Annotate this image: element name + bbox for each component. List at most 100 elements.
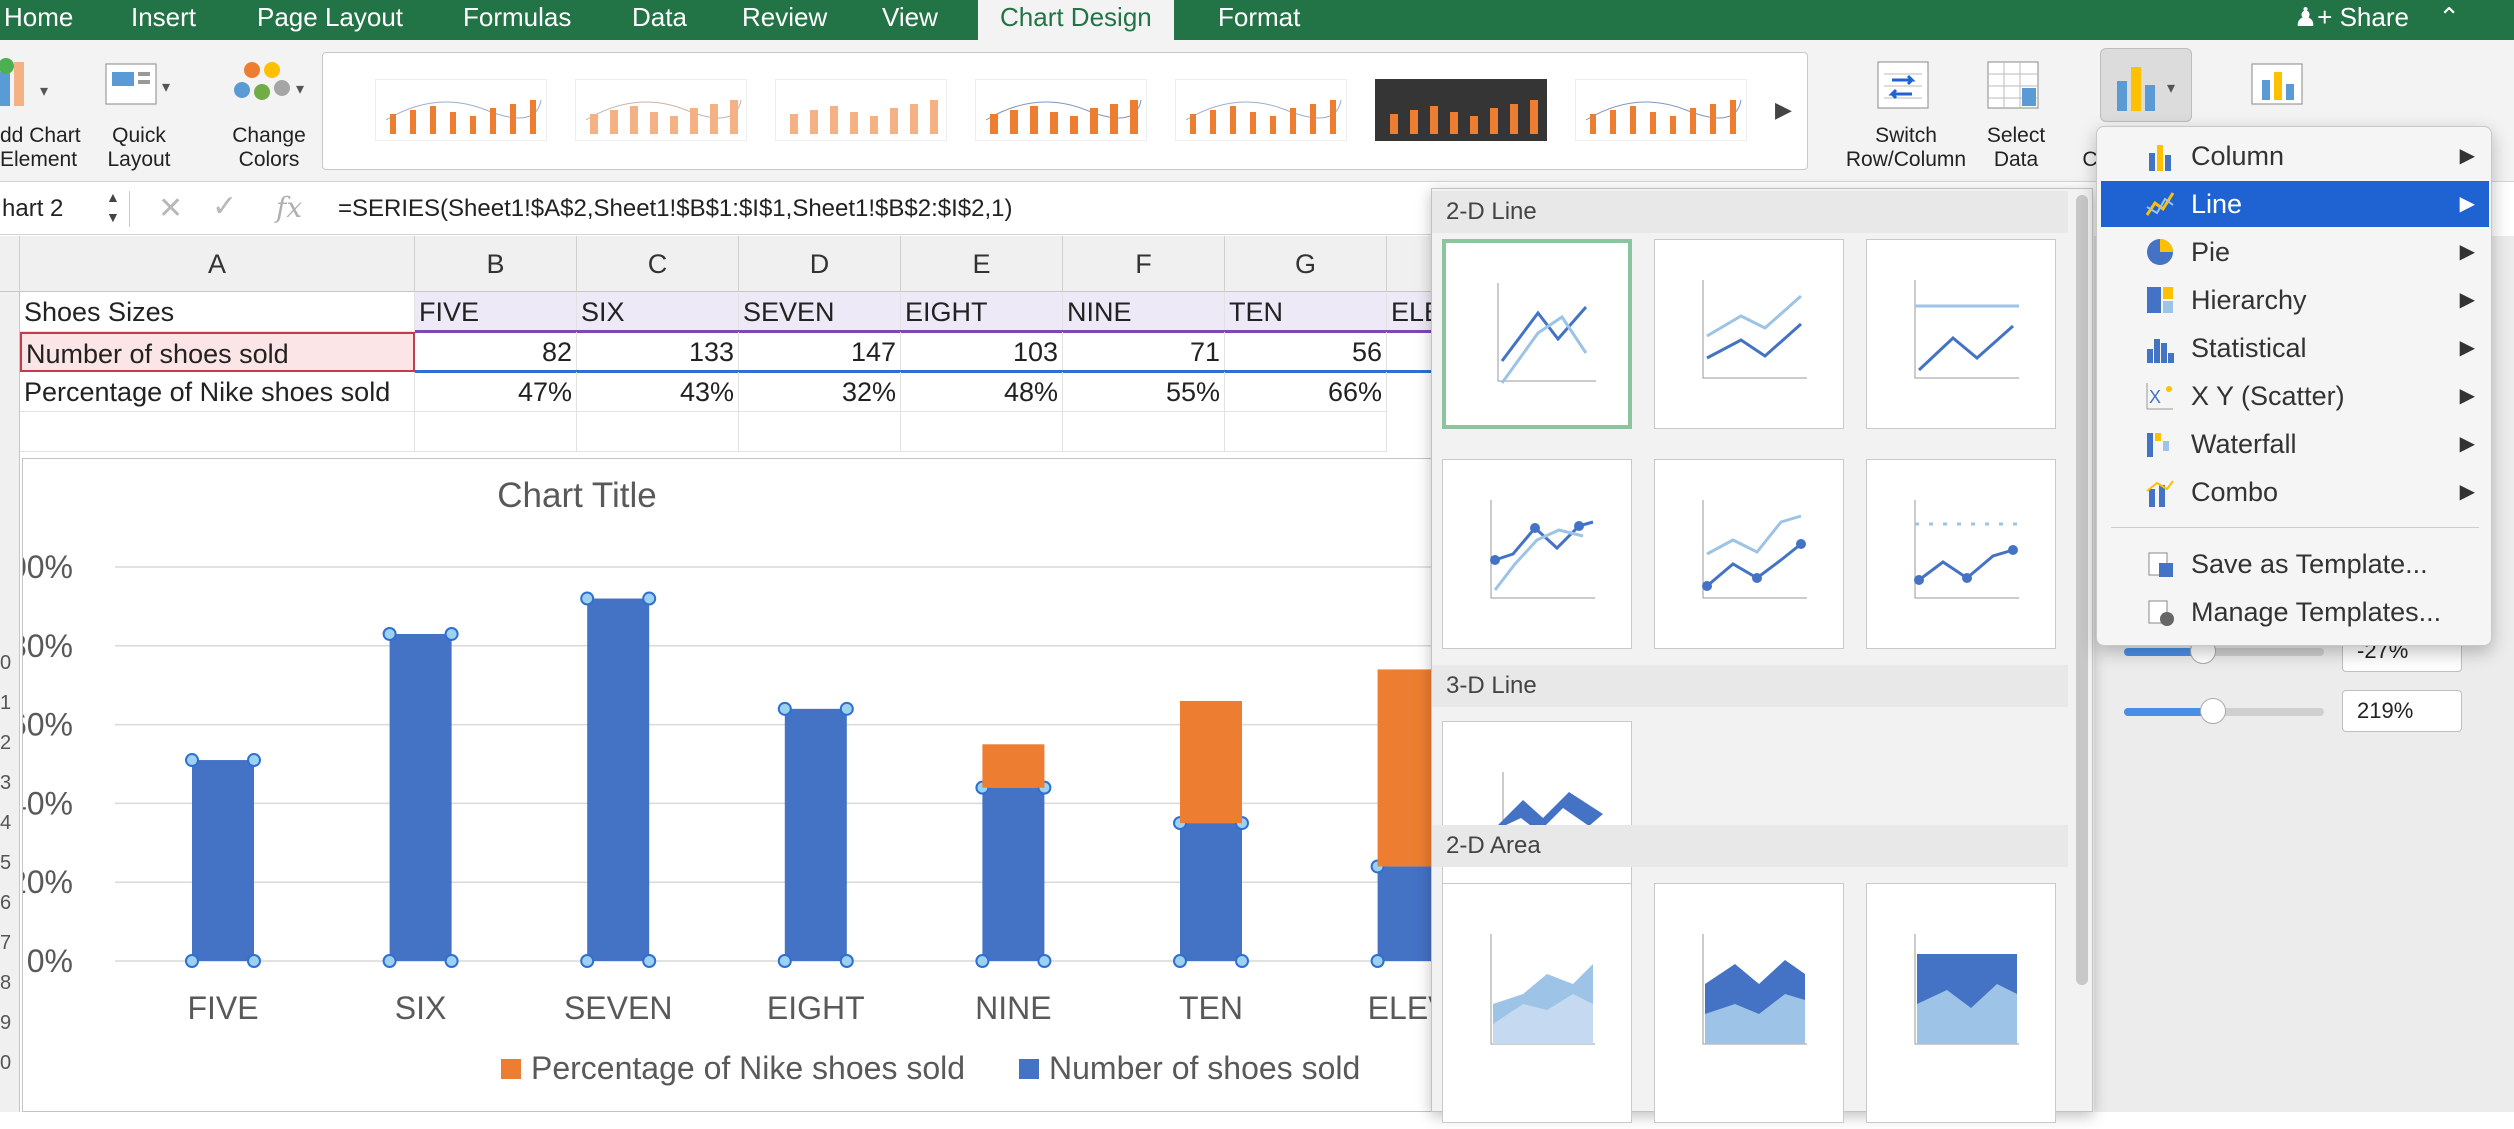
row-number[interactable]: 8: [0, 972, 11, 995]
stacked-area-chart-tile[interactable]: [1654, 883, 1844, 1123]
cell-e4[interactable]: [901, 412, 1063, 452]
cell-c2[interactable]: 133: [577, 332, 739, 372]
cell-c1[interactable]: SIX: [577, 292, 739, 332]
chart-style-thumb[interactable]: [575, 79, 747, 141]
cell-b1[interactable]: FIVE: [415, 292, 577, 332]
row-number[interactable]: 0: [0, 1052, 11, 1075]
cell-e2[interactable]: 103: [901, 332, 1063, 372]
chart-object[interactable]: Chart Title 0% 20% 40% 60% 80% 100% FIVE SIX SEV…: [0, 458, 1450, 1112]
select-data-icon[interactable]: [1986, 60, 2042, 112]
tab-review[interactable]: Review: [742, 0, 827, 40]
cell-e3[interactable]: 48%: [901, 372, 1063, 412]
column-header-d[interactable]: D: [739, 236, 901, 292]
cell-a4[interactable]: [20, 412, 415, 452]
menu-item-pie[interactable]: Pie ▶: [2101, 229, 2489, 275]
gallery-next-arrow-icon[interactable]: ▶: [1775, 97, 1792, 123]
cell-f1[interactable]: NINE: [1063, 292, 1225, 332]
cell-a1[interactable]: Shoes Sizes: [20, 292, 415, 332]
cell-a3[interactable]: Percentage of Nike shoes sold: [20, 372, 415, 412]
menu-item-scatter[interactable]: X X Y (Scatter) ▶: [2101, 373, 2489, 419]
quick-layout-icon[interactable]: ▾: [104, 62, 170, 108]
menu-item-hierarchy[interactable]: Hierarchy ▶: [2101, 277, 2489, 323]
formula-input[interactable]: =SERIES(Sheet1!$A$2,Sheet1!$B$1:$I$1,She…: [338, 191, 1013, 227]
chart-style-thumb[interactable]: [775, 79, 947, 141]
row-number[interactable]: 4: [0, 812, 11, 835]
menu-item-combo[interactable]: Combo ▶: [2101, 469, 2489, 515]
row-number[interactable]: 1: [0, 692, 11, 715]
row-number[interactable]: 9: [0, 1012, 11, 1035]
column-header-g[interactable]: G: [1225, 236, 1387, 292]
column-header-f[interactable]: F: [1063, 236, 1225, 292]
chevron-up-icon[interactable]: ⌃: [2438, 2, 2460, 32]
menu-item-statistical[interactable]: Statistical ▶: [2101, 325, 2489, 371]
row-number[interactable]: 7: [0, 932, 11, 955]
add-chart-element-icon[interactable]: ▾: [0, 58, 60, 108]
tab-insert[interactable]: Insert: [131, 0, 196, 40]
cell-d2[interactable]: 147: [739, 332, 901, 372]
cell-g4[interactable]: [1225, 412, 1387, 452]
row-number[interactable]: 0: [0, 652, 11, 675]
tab-view[interactable]: View: [882, 0, 938, 40]
chart-style-thumb[interactable]: [375, 79, 547, 141]
row-number[interactable]: 5: [0, 852, 11, 875]
chart-style-thumb[interactable]: [975, 79, 1147, 141]
menu-item-manage-templates[interactable]: Manage Templates...: [2101, 589, 2489, 635]
menu-item-column[interactable]: Column ▶: [2101, 133, 2489, 179]
switch-row-column-icon[interactable]: [1876, 60, 1932, 112]
change-chart-type-button[interactable]: ▾: [2100, 48, 2192, 122]
column-header-b[interactable]: B: [415, 236, 577, 292]
gap-width-spinner[interactable]: 219%: [2342, 690, 2462, 732]
cell-d4[interactable]: [739, 412, 901, 452]
gap-width-slider-thumb[interactable]: [2200, 698, 2226, 724]
cell-c4[interactable]: [577, 412, 739, 452]
gap-slider-track[interactable]: [2124, 648, 2324, 656]
tab-data[interactable]: Data: [632, 0, 687, 40]
chart-styles-gallery[interactable]: ▶: [322, 52, 1808, 170]
100-stacked-line-chart-tile[interactable]: [1866, 239, 2056, 429]
cancel-formula-icon[interactable]: ✕: [158, 191, 183, 226]
chart-style-thumb[interactable]: [1175, 79, 1347, 141]
move-chart-icon[interactable]: [2250, 62, 2306, 110]
column-header-a[interactable]: A: [20, 236, 415, 292]
tab-format[interactable]: Format: [1218, 0, 1300, 40]
change-colors-label[interactable]: Change Colors: [224, 124, 314, 172]
cell-g1[interactable]: TEN: [1225, 292, 1387, 332]
change-colors-icon[interactable]: ▾: [232, 58, 312, 110]
row-number[interactable]: 6: [0, 892, 11, 915]
cell-e1[interactable]: EIGHT: [901, 292, 1063, 332]
line-with-markers-tile[interactable]: [1442, 459, 1632, 649]
tab-formulas[interactable]: Formulas: [463, 0, 571, 40]
add-chart-element-label[interactable]: dd Chart Element: [0, 124, 86, 172]
menu-item-waterfall[interactable]: Waterfall ▶: [2101, 421, 2489, 467]
cell-b4[interactable]: [415, 412, 577, 452]
cell-c3[interactable]: 43%: [577, 372, 739, 412]
gallery-scrollbar[interactable]: [2076, 195, 2088, 985]
select-data-label[interactable]: Select Data: [1964, 124, 2068, 172]
cell-b3[interactable]: 47%: [415, 372, 577, 412]
row-number[interactable]: 2: [0, 732, 11, 755]
name-box-stepper-icon[interactable]: ▲ ▼: [106, 187, 120, 227]
cell-f2[interactable]: 71: [1063, 332, 1225, 372]
chart-title[interactable]: Chart Title: [497, 476, 657, 515]
100-stacked-area-chart-tile[interactable]: [1866, 883, 2056, 1123]
cell-b2[interactable]: 82: [415, 332, 577, 372]
cell-f4[interactable]: [1063, 412, 1225, 452]
chart-style-thumb[interactable]: [1375, 79, 1547, 141]
cell-a2[interactable]: Number of shoes sold: [20, 332, 415, 372]
column-header-c[interactable]: C: [577, 236, 739, 292]
tab-home[interactable]: Home: [4, 0, 73, 40]
stacked-line-chart-tile[interactable]: [1654, 239, 1844, 429]
row-number[interactable]: 3: [0, 772, 11, 795]
cell-g2[interactable]: 56: [1225, 332, 1387, 372]
confirm-formula-icon[interactable]: ✓: [212, 189, 237, 224]
tab-chart-design[interactable]: Chart Design: [978, 0, 1174, 40]
cell-f3[interactable]: 55%: [1063, 372, 1225, 412]
line-chart-tile[interactable]: [1442, 239, 1632, 429]
cell-g3[interactable]: 66%: [1225, 372, 1387, 412]
share-button[interactable]: ♟+ Share ⌃: [2294, 0, 2460, 34]
chart-style-thumb[interactable]: [1575, 79, 1747, 141]
menu-item-line[interactable]: Line ▶: [2101, 181, 2489, 227]
stacked-line-markers-tile[interactable]: [1654, 459, 1844, 649]
quick-layout-label[interactable]: Quick Layout: [96, 124, 182, 172]
function-icon[interactable]: fx: [276, 191, 302, 224]
